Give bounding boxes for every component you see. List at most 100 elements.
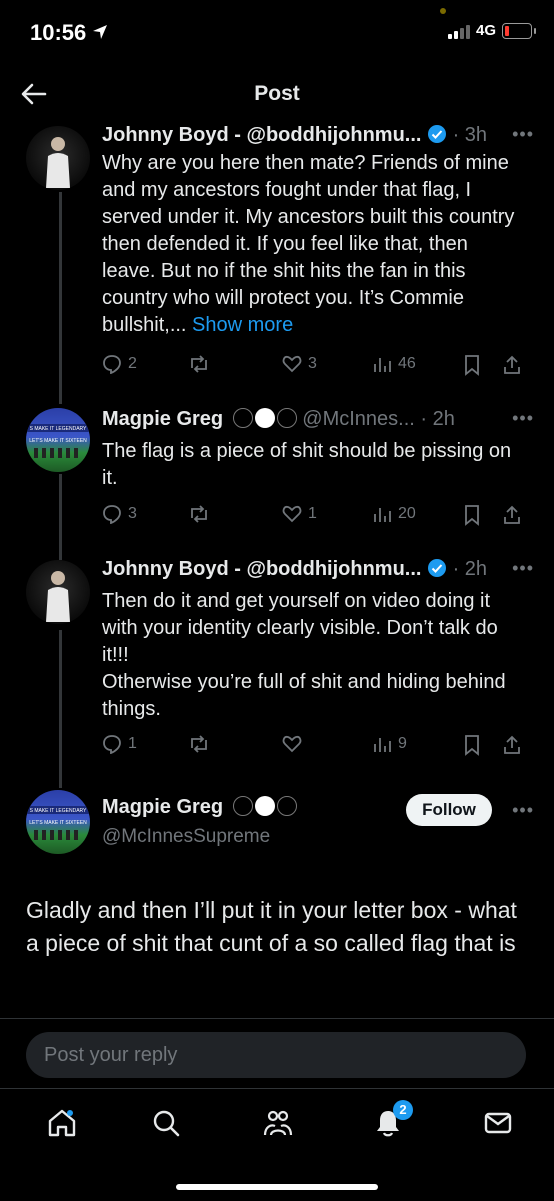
repost-icon [191, 355, 207, 373]
avatar[interactable]: S MAKE IT LEGENDARY LET'S MAKE IT SIXTEE… [26, 408, 90, 472]
divider [0, 1018, 554, 1019]
heart-icon [282, 505, 302, 523]
more-options-icon[interactable]: ••• [512, 558, 534, 579]
communities-icon[interactable] [262, 1107, 294, 1139]
repost-icon [191, 505, 207, 523]
top-nav: Post [0, 64, 554, 124]
bookmark-icon[interactable] [462, 354, 482, 376]
heart-icon [282, 355, 302, 373]
svg-text:LET'S MAKE IT SIXTEEN: LET'S MAKE IT SIXTEEN [29, 438, 87, 444]
person-silhouette-icon [46, 571, 70, 622]
follow-button[interactable]: Follow [406, 794, 492, 826]
tweet-text: Then do it and get yourself on video doi… [102, 590, 506, 720]
verified-badge-icon [428, 125, 447, 143]
views-button[interactable]: 20 [372, 504, 416, 524]
person-silhouette-icon [46, 137, 70, 188]
view-count: 20 [398, 505, 416, 522]
view-count: 46 [398, 355, 416, 372]
like-button[interactable]: 1 [282, 504, 317, 524]
share-icon[interactable] [502, 354, 522, 376]
tweet-actions: 1 9 [102, 734, 532, 758]
author-name[interactable]: Magpie Greg [102, 796, 223, 818]
like-count: 3 [308, 355, 317, 372]
team-photo-icon: S MAKE IT LEGENDARY LET'S MAKE IT SIXTEE… [26, 424, 90, 458]
views-button[interactable]: 9 [372, 734, 407, 754]
signal-icon [447, 23, 470, 39]
thread-tweet[interactable]: Johnny Boyd - @boddhijohnmu... · 3h ••• … [0, 124, 554, 384]
repost-button[interactable] [188, 354, 216, 374]
home-icon[interactable] [46, 1107, 78, 1139]
like-count: 1 [308, 505, 317, 522]
views-chart-icon [374, 508, 391, 522]
avatar[interactable] [26, 126, 90, 190]
status-bar: 10:56 4G [0, 0, 554, 64]
reply-button[interactable]: 2 [102, 354, 137, 374]
tweet-text: Why are you here then mate? Friends of m… [102, 150, 522, 339]
tweet-time: · 2h [452, 558, 488, 580]
repost-icon [191, 735, 207, 753]
more-options-icon[interactable]: ••• [512, 800, 534, 821]
verified-badge-icon [428, 559, 447, 577]
heart-icon [282, 735, 302, 753]
show-more-link[interactable]: Show more [192, 314, 293, 336]
author-name[interactable]: Magpie Greg [102, 408, 223, 430]
bookmark-icon[interactable] [462, 734, 482, 756]
svg-text:S MAKE IT LEGENDARY: S MAKE IT LEGENDARY [30, 808, 87, 814]
views-chart-icon [374, 358, 391, 372]
tweet-actions: 3 1 20 [102, 504, 532, 528]
reply-count: 1 [128, 735, 137, 752]
more-options-icon[interactable]: ••• [512, 124, 534, 145]
views-button[interactable]: 46 [372, 354, 416, 374]
avatar[interactable] [26, 560, 90, 624]
repost-button[interactable] [188, 504, 216, 524]
author-name[interactable]: Johnny Boyd - @boddhijohnmu... [102, 124, 421, 146]
svg-text:S MAKE IT LEGENDARY: S MAKE IT LEGENDARY [30, 426, 87, 432]
reply-placeholder: Post your reply [44, 1044, 178, 1066]
tweet-header: Magpie Greg @McInnes... · 2h ••• [102, 408, 534, 434]
thread-tweet[interactable]: S MAKE IT LEGENDARY LET'S MAKE IT SIXTEE… [0, 408, 554, 538]
tweet-header: Johnny Boyd - @boddhijohnmu... · 2h ••• [102, 558, 534, 584]
more-options-icon[interactable]: ••• [512, 408, 534, 429]
emoji-circles [232, 796, 297, 816]
page-title: Post [254, 82, 300, 105]
notification-badge: 2 [393, 1100, 413, 1120]
author-handle[interactable]: @McInnes... · 2h [302, 408, 455, 430]
avatar[interactable]: S MAKE IT LEGENDARY LET'S MAKE IT SIXTEE… [26, 790, 90, 854]
tweet-header: Johnny Boyd - @boddhijohnmu... · 3h ••• [102, 124, 534, 150]
tweet-time: · 3h [452, 124, 488, 146]
search-icon[interactable] [150, 1107, 182, 1139]
bookmark-icon[interactable] [462, 504, 482, 526]
reply-button[interactable]: 3 [102, 504, 137, 524]
thread-tweet[interactable]: Johnny Boyd - @boddhijohnmu... · 2h ••• … [0, 558, 554, 758]
main-post: S MAKE IT LEGENDARY LET'S MAKE IT SIXTEE… [0, 790, 554, 1010]
privacy-indicator [440, 8, 446, 14]
reply-button[interactable]: 1 [102, 734, 137, 754]
team-photo-icon: S MAKE IT LEGENDARY LET'S MAKE IT SIXTEE… [26, 806, 90, 840]
home-indicator [176, 1184, 378, 1190]
reply-icon [103, 735, 121, 754]
like-button[interactable]: 3 [282, 354, 317, 374]
status-right: 4G [447, 22, 536, 39]
author-handle[interactable]: @McInnesSupreme [102, 826, 270, 848]
views-chart-icon [374, 738, 391, 752]
share-icon[interactable] [502, 734, 522, 756]
emoji-circles [232, 408, 297, 428]
like-button[interactable] [282, 734, 308, 754]
tweet-text: The flag is a piece of shit should be pi… [102, 440, 512, 489]
author-name[interactable]: Johnny Boyd - @boddhijohnmu... [102, 558, 421, 580]
reply-icon [103, 355, 121, 374]
messages-envelope-icon[interactable] [482, 1107, 514, 1139]
post-text: Gladly and then I’ll put it in your lett… [26, 897, 517, 956]
status-time: 10:56 [30, 20, 87, 45]
svg-text:LET'S MAKE IT SIXTEEN: LET'S MAKE IT SIXTEEN [29, 820, 87, 826]
reply-count: 3 [128, 505, 137, 522]
repost-button[interactable] [188, 734, 216, 754]
tweet-actions: 2 3 46 [102, 354, 532, 378]
view-count: 9 [398, 735, 407, 752]
reply-count: 2 [128, 355, 137, 372]
location-arrow-icon [93, 25, 107, 39]
battery-icon [502, 22, 536, 39]
tweet-body: Why are you here then mate? Friends of m… [102, 152, 515, 336]
reply-input[interactable]: Post your reply [26, 1032, 526, 1078]
share-icon[interactable] [502, 504, 522, 526]
